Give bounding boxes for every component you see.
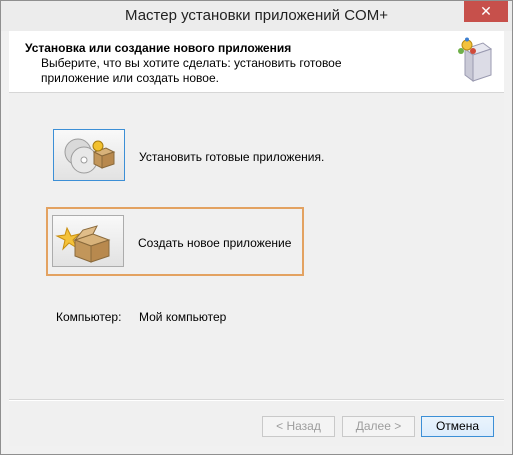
create-new-label[interactable]: Создать новое приложение — [138, 236, 291, 250]
install-prebuilt-label[interactable]: Установить готовые приложения. — [139, 150, 324, 164]
cd-package-icon — [64, 138, 116, 174]
footer-divider — [9, 399, 504, 401]
cancel-button[interactable]: Отмена — [421, 416, 494, 437]
computer-label: Компьютер: — [56, 310, 122, 324]
title-bar[interactable]: Мастер установки приложений COM+ ✕ — [1, 1, 512, 31]
page-title: Установка или создание нового приложения — [25, 41, 292, 55]
wizard-header: Установка или создание нового приложения… — [9, 31, 504, 93]
close-button[interactable]: ✕ — [464, 1, 508, 22]
page-subtitle: Выберите, что вы хотите сделать: установ… — [41, 56, 342, 85]
wizard-window: Мастер установки приложений COM+ ✕ Устан… — [0, 0, 513, 455]
wizard-body: Установка или создание нового приложения… — [9, 31, 504, 446]
next-button[interactable]: Далее > — [342, 416, 415, 437]
create-new-button[interactable] — [52, 215, 124, 267]
computer-value: Мой компьютер — [139, 310, 227, 324]
close-icon: ✕ — [480, 3, 492, 19]
new-box-icon — [55, 225, 111, 263]
back-button[interactable]: < Назад — [262, 416, 335, 437]
install-prebuilt-button[interactable] — [53, 129, 125, 181]
window-title: Мастер установки приложений COM+ — [125, 7, 388, 24]
com-package-icon — [458, 37, 493, 82]
